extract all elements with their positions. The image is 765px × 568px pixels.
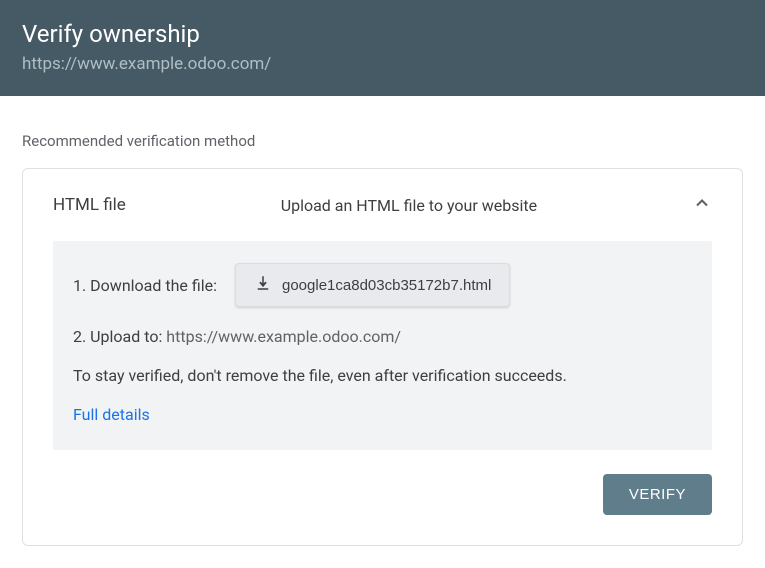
verification-note: To stay verified, don't remove the file,… bbox=[73, 366, 692, 385]
page-url: https://www.example.odoo.com/ bbox=[22, 54, 743, 74]
section-label: Recommended verification method bbox=[22, 132, 765, 150]
page-header: Verify ownership https://www.example.odo… bbox=[0, 0, 765, 96]
upload-url: https://www.example.odoo.com/ bbox=[166, 327, 401, 346]
download-file-button[interactable]: google1ca8d03cb35172b7.html bbox=[235, 263, 510, 307]
verification-card: HTML file Upload an HTML file to your we… bbox=[22, 168, 743, 546]
instructions-panel: 1. Download the file: google1ca8d03cb351… bbox=[53, 241, 712, 450]
step-2: 2. Upload to: https://www.example.odoo.c… bbox=[73, 327, 692, 346]
download-filename: google1ca8d03cb35172b7.html bbox=[282, 277, 491, 294]
card-subtitle: Upload an HTML file to your website bbox=[166, 196, 652, 215]
step-1-label: 1. Download the file: bbox=[73, 276, 217, 295]
step-1: 1. Download the file: google1ca8d03cb351… bbox=[73, 263, 692, 307]
page-title: Verify ownership bbox=[22, 20, 743, 48]
verify-row: VERIFY bbox=[23, 474, 742, 545]
card-title: HTML file bbox=[53, 195, 126, 215]
step-2-prefix: 2. Upload to: bbox=[73, 327, 166, 346]
verify-button[interactable]: VERIFY bbox=[603, 474, 712, 515]
full-details-link[interactable]: Full details bbox=[73, 405, 692, 424]
chevron-up-icon bbox=[692, 193, 712, 217]
download-icon bbox=[254, 274, 272, 296]
card-header-toggle[interactable]: HTML file Upload an HTML file to your we… bbox=[23, 169, 742, 241]
